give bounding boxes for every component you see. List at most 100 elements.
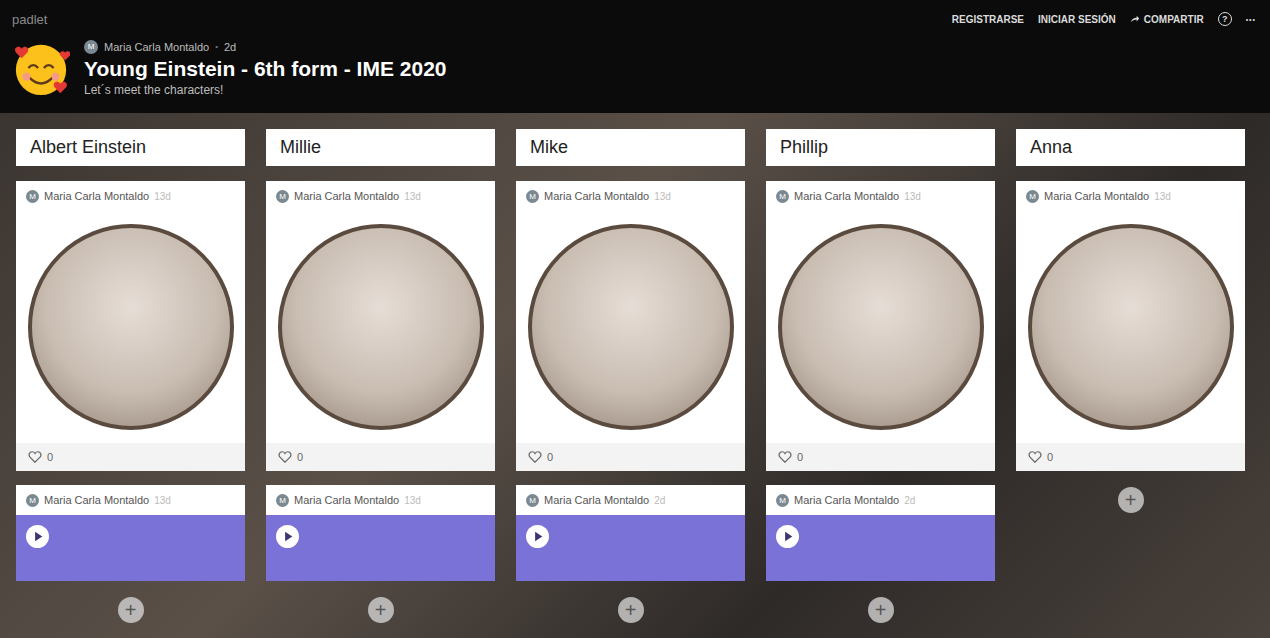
post-author: Maria Carla Montaldo	[44, 190, 149, 202]
post-author: Maria Carla Montaldo	[794, 190, 899, 202]
post-header: MMaria Carla Montaldo13d	[266, 181, 495, 211]
post-avatar: M	[526, 190, 539, 203]
board-age: 2d	[224, 41, 236, 53]
post-card[interactable]: MMaria Carla Montaldo13d 0	[266, 181, 495, 471]
post-card[interactable]: MMaria Carla Montaldo13d0	[1016, 181, 1245, 471]
post-avatar: M	[276, 190, 289, 203]
post-header: M Maria Carla Montaldo 2d	[516, 485, 745, 515]
post-card[interactable]: M Maria Carla Montaldo 2d	[516, 485, 745, 581]
character-photo	[266, 211, 495, 443]
heart-icon[interactable]	[1028, 450, 1042, 464]
post-avatar: M	[526, 494, 539, 507]
padlet-page: padlet REGISTRARSE INICIAR SESIÓN COMPARTIR…	[0, 0, 1270, 638]
post-age: 2d	[904, 495, 915, 506]
post-footer: 0	[266, 443, 495, 471]
character-photo	[1016, 211, 1245, 443]
nav-link[interactable]: INICIAR SESIÓN	[1038, 14, 1116, 25]
board-title: Young Einstein - 6th form - IME 2020	[84, 57, 447, 81]
post-author: Maria Carla Montaldo	[294, 494, 399, 506]
top-bar: padlet REGISTRARSE INICIAR SESIÓN COMPARTIR…	[0, 0, 1270, 113]
column-title: Anna	[1016, 129, 1245, 166]
post-author: Maria Carla Montaldo	[544, 190, 649, 202]
heart-icon[interactable]	[778, 450, 792, 464]
like-count: 0	[297, 451, 303, 463]
play-icon[interactable]	[526, 525, 549, 548]
post-avatar: M	[1026, 190, 1039, 203]
post-card[interactable]: M Maria Carla Montaldo 13d 0	[766, 181, 995, 471]
heart-icon[interactable]	[528, 450, 542, 464]
add-post-button[interactable]: +	[868, 597, 894, 623]
board-column: MillieMMaria Carla Montaldo13d0MMaria Ca…	[266, 129, 495, 638]
post-author: Maria Carla Montaldo	[794, 494, 899, 506]
play-icon[interactable]	[776, 525, 799, 548]
brand-logo[interactable]: padlet	[12, 12, 47, 27]
post-author: Maria Carla Montaldo	[544, 494, 649, 506]
audio-player	[16, 515, 245, 581]
post-avatar: M	[26, 494, 39, 507]
post-age: 13d	[904, 191, 921, 202]
like-count: 0	[47, 451, 53, 463]
post-header: M Maria Carla Montaldo 13d	[16, 485, 245, 515]
add-post-button[interactable]: +	[368, 597, 394, 623]
nav-link[interactable]: REGISTRARSE	[952, 14, 1024, 25]
post-avatar: M	[276, 494, 289, 507]
post-avatar: M	[26, 190, 39, 203]
post-card[interactable]: M Maria Carla Montaldo 13d	[266, 485, 495, 581]
post-header: M Maria Carla Montaldo 13d	[766, 181, 995, 211]
author-name[interactable]: Maria Carla Montaldo	[104, 41, 209, 53]
heart-icon[interactable]	[278, 450, 292, 464]
audio-player	[766, 515, 995, 581]
board-subtitle: Let´s meet the characters!	[84, 83, 447, 97]
post-avatar: M	[776, 190, 789, 203]
post-age: 13d	[154, 191, 171, 202]
post-author: Maria Carla Montaldo	[44, 494, 149, 506]
post-card[interactable]: M Maria Carla Montaldo 13d 0	[16, 181, 245, 471]
post-author: Maria Carla Montaldo	[1044, 190, 1149, 202]
post-footer: 0	[1016, 443, 1245, 471]
post-footer: 0	[16, 443, 245, 471]
audio-player	[266, 515, 495, 581]
add-post-button[interactable]: +	[118, 597, 144, 623]
add-post-button[interactable]: +	[1118, 487, 1144, 513]
post-age: 2d	[654, 495, 665, 506]
character-photo	[516, 211, 745, 443]
share-arrow-icon	[1130, 14, 1140, 24]
like-count: 0	[1047, 451, 1053, 463]
post-age: 13d	[404, 191, 421, 202]
board-column: AnnaMMaria Carla Montaldo13d0+	[1016, 129, 1245, 638]
board-header: MMaria Carla Montaldo•2dYoung Einstein -…	[0, 30, 1270, 97]
add-post-button[interactable]: +	[618, 597, 644, 623]
post-header: M Maria Carla Montaldo 13d	[266, 485, 495, 515]
top-nav: REGISTRARSE INICIAR SESIÓN COMPARTIR? •••	[952, 12, 1256, 26]
post-card[interactable]: M Maria Carla Montaldo 13d	[16, 485, 245, 581]
share-button[interactable]: COMPARTIR	[1130, 14, 1204, 25]
play-icon[interactable]	[26, 525, 49, 548]
more-icon[interactable]: •••	[1246, 16, 1256, 23]
like-count: 0	[797, 451, 803, 463]
audio-player	[516, 515, 745, 581]
play-icon[interactable]	[276, 525, 299, 548]
like-count: 0	[547, 451, 553, 463]
heart-icon[interactable]	[28, 450, 42, 464]
character-photo	[766, 211, 995, 443]
board-column: Albert Einstein M Maria Carla Montaldo 13d 0…	[16, 129, 245, 638]
column-title: Millie	[266, 129, 495, 166]
author-avatar: M	[84, 40, 98, 54]
post-age: 13d	[404, 495, 421, 506]
post-age: 13d	[154, 495, 171, 506]
post-age: 13d	[654, 191, 671, 202]
column-title: Albert Einstein	[16, 129, 245, 166]
character-photo	[16, 211, 245, 443]
post-header: M Maria Carla Montaldo 2d	[766, 485, 995, 515]
board-column: Phillip M Maria Carla Montaldo 13d 0 M Maria C…	[766, 129, 995, 638]
post-card[interactable]: M Maria Carla Montaldo 13d 0	[516, 181, 745, 471]
smiling-face-with-hearts-icon	[12, 39, 70, 97]
post-header: MMaria Carla Montaldo13d	[1016, 181, 1245, 211]
board-canvas: Albert Einstein M Maria Carla Montaldo 13d 0…	[0, 113, 1270, 638]
column-title: Mike	[516, 129, 745, 166]
post-card[interactable]: M Maria Carla Montaldo 2d	[766, 485, 995, 581]
column-title: Phillip	[766, 129, 995, 166]
help-icon[interactable]: ?	[1218, 12, 1232, 26]
post-avatar: M	[776, 494, 789, 507]
post-header: M Maria Carla Montaldo 13d	[16, 181, 245, 211]
